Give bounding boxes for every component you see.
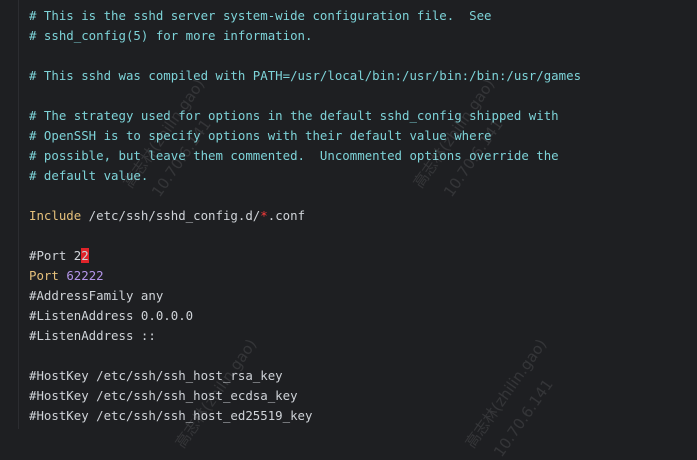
port-keyword: Port [29, 268, 59, 283]
include-path: /etc/ssh/sshd_config.d/ [81, 208, 261, 223]
watermark-ip-4: 10.70.6.141 [490, 375, 557, 460]
code-line-9[interactable]: # default value. [29, 166, 148, 186]
code-line-1[interactable]: # This is the sshd server system-wide co… [29, 6, 492, 26]
code-line-hostkey-ecdsa[interactable]: #HostKey /etc/ssh/ssh_host_ecdsa_key [29, 386, 298, 406]
port-value: 62222 [66, 268, 104, 283]
code-line-port-comment[interactable]: #Port 22 [29, 246, 89, 266]
port-comment-text: #Port 2 [29, 248, 82, 263]
include-extension: .conf [267, 208, 306, 223]
include-keyword: Include [29, 208, 82, 223]
code-line-include[interactable]: Include /etc/ssh/sshd_config.d/*.conf [29, 206, 305, 226]
code-line-6[interactable]: # The strategy used for options in the d… [29, 106, 559, 126]
code-line-8[interactable]: # possible, but leave them commented. Un… [29, 146, 559, 166]
watermark-name-4: 高志林(zhilin.gao) [461, 335, 551, 452]
include-wildcard: * [260, 208, 268, 223]
code-line-2[interactable]: # sshd_config(5) for more information. [29, 26, 312, 46]
code-line-hostkey-ed25519[interactable]: #HostKey /etc/ssh/ssh_host_ed25519_key [29, 406, 312, 426]
code-editor[interactable]: # This is the sshd server system-wide co… [0, 0, 697, 460]
code-line-7[interactable]: # OpenSSH is to specify options with the… [29, 126, 492, 146]
gutter-divider [18, 0, 19, 429]
code-line-listen-ipv4[interactable]: #ListenAddress 0.0.0.0 [29, 306, 193, 326]
code-line-listen-ipv6[interactable]: #ListenAddress :: [29, 326, 156, 346]
code-line-4[interactable]: # This sshd was compiled with PATH=/usr/… [29, 66, 581, 86]
code-line-port[interactable]: Port 62222 [29, 266, 104, 286]
text-cursor[interactable]: 2 [81, 248, 89, 263]
code-line-address-family[interactable]: #AddressFamily any [29, 286, 163, 306]
code-line-hostkey-rsa[interactable]: #HostKey /etc/ssh/ssh_host_rsa_key [29, 366, 283, 386]
